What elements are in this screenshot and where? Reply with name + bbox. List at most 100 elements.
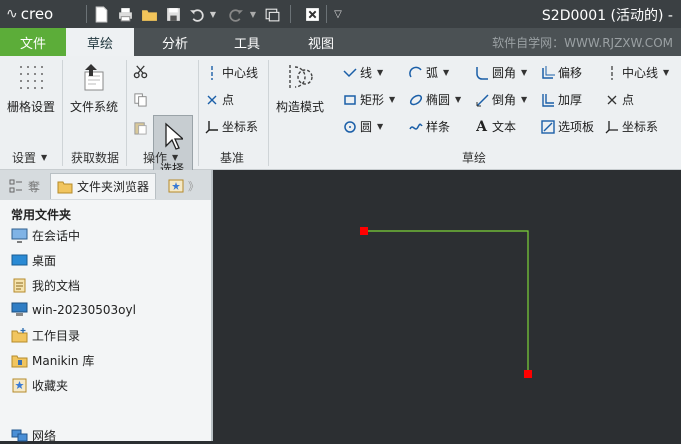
redo-dropdown-icon[interactable]: ▼ (243, 4, 263, 24)
text-label: 文本 (492, 120, 517, 134)
tab-folder-browser-label: 文件夹浏览器 (77, 180, 150, 194)
file-system-icon (84, 64, 104, 91)
line-label: 线 (360, 66, 373, 80)
group-label-settings[interactable]: 设置 ▼ (12, 149, 47, 166)
group-label-sketch: 草绘 (462, 151, 487, 165)
folder-favorites[interactable]: 收藏夹 (11, 377, 68, 394)
group-label-get-data: 获取数据 (71, 151, 120, 165)
thicken-label: 加厚 (558, 93, 583, 107)
sketch-polyline[interactable] (364, 230, 529, 374)
folder-manikin-library[interactable]: Manikin 库 (11, 352, 94, 369)
tab-folder-browser[interactable]: 文件夹浏览器 (50, 173, 157, 199)
group-separator (62, 60, 63, 166)
chamfer-icon (474, 92, 489, 107)
fillet-label: 圆角 (492, 66, 517, 80)
ellipse-icon (408, 92, 423, 107)
thicken-button[interactable]: 加厚 (540, 91, 582, 108)
tab-tools[interactable]: 工具 (218, 28, 276, 56)
folder-manikin-library-label: Manikin 库 (32, 354, 95, 368)
line-button[interactable]: 线 ▼ (342, 64, 383, 81)
regenerate-icon[interactable] (262, 4, 282, 24)
tab-sketch[interactable]: 草绘 (66, 28, 134, 56)
arc-icon (408, 65, 423, 80)
endpoint-marker-start[interactable] (360, 227, 368, 235)
centerline-button[interactable]: 中心线 (204, 64, 258, 81)
group-label-datum: 基准 (220, 151, 245, 165)
coordinate-system-button[interactable]: 坐标系 (204, 118, 258, 135)
folder-computer-label: win-20230503oyl (32, 302, 136, 317)
point-x-icon (604, 92, 619, 107)
chevron-down-icon: ▼ (455, 95, 462, 104)
offset-button[interactable]: 偏移 (540, 64, 582, 81)
group-separator (126, 60, 127, 166)
undo-dropdown-icon[interactable]: ▼ (203, 4, 223, 24)
group-settings-text: 设置 (12, 151, 37, 165)
circle-button[interactable]: 圆 ▼ (342, 118, 383, 135)
save-icon[interactable] (163, 4, 183, 24)
folder-my-documents[interactable]: 我的文档 (11, 277, 80, 294)
tab-file[interactable]: 文件 (0, 28, 66, 56)
tab-favorites[interactable]: 》 (168, 173, 199, 199)
copy-icon[interactable] (133, 92, 148, 107)
sketch-point-button[interactable]: 点 (604, 91, 634, 108)
group-separator (268, 60, 269, 166)
coordinate-system-icon (204, 119, 219, 134)
close-window-icon[interactable] (302, 4, 322, 24)
tab-model-tree[interactable]: 奪 (8, 173, 40, 199)
folder-in-session[interactable]: 在会话中 (11, 227, 80, 244)
redo-icon[interactable] (225, 4, 245, 24)
group-separator (198, 60, 199, 166)
ellipse-label: 椭圆 (426, 93, 451, 107)
cursor-arrow-icon (165, 122, 183, 150)
file-system-button[interactable]: 文件系统 (66, 62, 122, 115)
folder-working-directory[interactable]: 工作目录 (11, 327, 80, 344)
palette-button[interactable]: 选项板 (540, 118, 594, 135)
open-folder-icon[interactable] (139, 4, 159, 24)
paste-icon[interactable] (133, 120, 148, 135)
folder-network[interactable]: 网络 (11, 427, 56, 444)
cut-icon[interactable] (133, 64, 148, 79)
fillet-icon (474, 65, 489, 80)
folder-desktop-label: 桌面 (32, 254, 57, 268)
spline-button[interactable]: 样条 (408, 118, 450, 135)
circle-icon (342, 119, 357, 134)
point-button[interactable]: 点 (204, 91, 234, 108)
centerline-icon (204, 65, 219, 80)
tab-analysis[interactable]: 分析 (146, 28, 204, 56)
sketch-canvas[interactable] (214, 170, 681, 441)
rectangle-icon (342, 92, 357, 107)
construction-mode-icon (289, 65, 313, 89)
new-file-icon[interactable] (91, 4, 111, 24)
chevron-down-icon: ▼ (172, 153, 179, 162)
sketch-coordinate-system-button[interactable]: 坐标系 (604, 118, 658, 135)
grid-settings-button[interactable]: 栅格设置 (6, 62, 56, 115)
folder-computer[interactable]: win-20230503oyl (11, 302, 136, 317)
arc-button[interactable]: 弧 ▼ (408, 64, 449, 81)
file-system-label: 文件系统 (69, 100, 118, 114)
toolbar-separator (326, 5, 327, 23)
fillet-button[interactable]: 圆角 ▼ (474, 64, 527, 81)
ribbon-tab-bar: 文件 草绘 分析 工具 视图 软件自学网：WWW.RJZXW.COM (0, 28, 681, 56)
sketch-centerline-button[interactable]: 中心线 ▼ (604, 64, 669, 81)
folder-desktop[interactable]: 桌面 (11, 252, 56, 269)
customize-toolbar-icon[interactable]: ▽ (328, 4, 348, 24)
group-label-operations[interactable]: 操作 ▼ (143, 149, 178, 166)
spline-icon (408, 119, 423, 134)
rectangle-button[interactable]: 矩形 ▼ (342, 91, 395, 108)
ellipse-button[interactable]: 椭圆 ▼ (408, 91, 461, 108)
chamfer-button[interactable]: 倒角 ▼ (474, 91, 527, 108)
folder-in-session-label: 在会话中 (32, 229, 81, 243)
thicken-icon (540, 92, 555, 107)
tab-view[interactable]: 视图 (292, 28, 350, 56)
construction-mode-button[interactable]: 构造模式 (272, 62, 328, 115)
construction-mode-label: 构造模式 (275, 100, 324, 114)
favorites-icon (168, 179, 184, 193)
print-icon[interactable] (115, 4, 135, 24)
chevron-down-icon: ▼ (377, 68, 384, 77)
library-folder-icon (11, 355, 28, 368)
point-label: 点 (222, 93, 235, 107)
folder-browser-icon (57, 181, 73, 193)
endpoint-marker-end[interactable] (524, 370, 532, 378)
coordinate-system-icon (604, 119, 619, 134)
text-button[interactable]: A 文本 (474, 118, 516, 135)
